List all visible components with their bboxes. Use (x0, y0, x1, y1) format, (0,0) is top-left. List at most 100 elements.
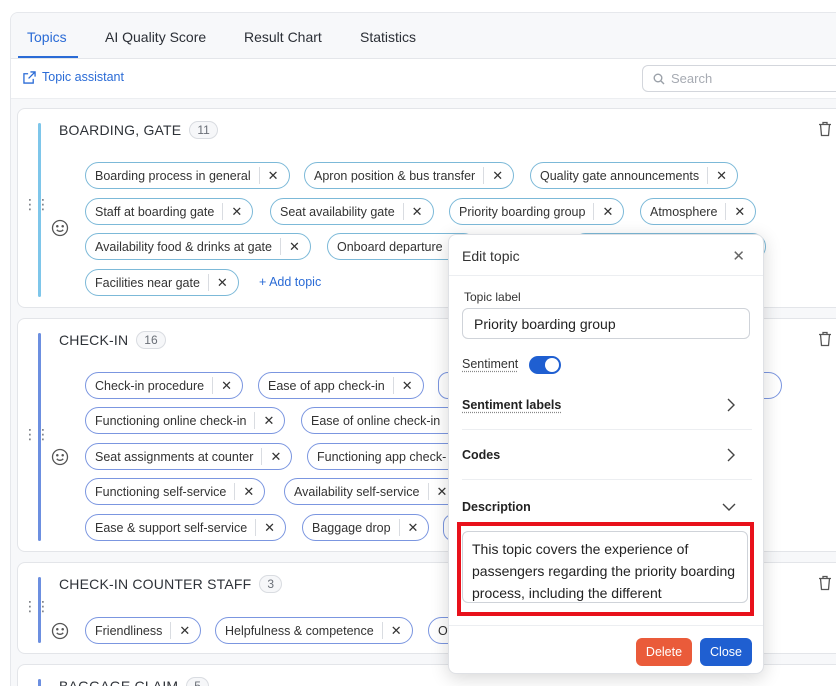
topic-chip[interactable]: Functioning online check-in ✕ (85, 407, 286, 434)
topic-chip-label: Seat assignments at counter (95, 449, 254, 464)
topic-chip[interactable]: Friendliness ✕ (85, 617, 202, 644)
topic-chip[interactable]: Availability self-service ✕ (284, 478, 464, 505)
tab-statistics[interactable]: Statistics (360, 29, 416, 45)
dialog-footer (449, 625, 763, 626)
topic-chip-label: Ease & support self-service (95, 520, 248, 535)
delete-button[interactable]: Delete (636, 638, 692, 666)
highlight-annotation-box (457, 522, 754, 616)
group-name: BAGGAGE CLAIM (59, 678, 179, 686)
remove-icon[interactable]: ✕ (234, 483, 264, 500)
edit-topic-dialog: Edit topic ✕ Topic label Sentiment Senti… (448, 234, 764, 674)
remove-icon[interactable]: ✕ (222, 203, 252, 220)
drag-handle-icon[interactable]: ⋮⋮ (23, 599, 50, 613)
search-input[interactable] (671, 71, 821, 86)
close-button[interactable]: Close (700, 638, 752, 666)
topic-chip[interactable]: Functioning self-service ✕ (85, 478, 266, 505)
topic-chip[interactable]: Seat assignments at counter ✕ (85, 443, 293, 470)
topic-chip[interactable]: Boarding process in general ✕ (85, 162, 290, 189)
remove-icon[interactable]: ✕ (261, 448, 291, 465)
topic-chip[interactable]: Helpfulness & competence ✕ (215, 617, 413, 644)
remove-icon[interactable]: ✕ (392, 377, 423, 394)
tab-ai-quality-score[interactable]: AI Quality Score (105, 29, 206, 45)
topic-chip[interactable]: Ease of app check-in ✕ (258, 372, 424, 399)
tab-result-chart[interactable]: Result Chart (244, 29, 322, 45)
topic-chip[interactable]: Staff at boarding gate ✕ (85, 198, 254, 225)
topic-chip-label: Helpfulness & competence (225, 623, 374, 638)
topic-chip[interactable]: Baggage drop ✕ (302, 514, 430, 541)
topic-label-input[interactable] (462, 308, 750, 339)
close-icon[interactable]: ✕ (732, 247, 745, 265)
topic-chip[interactable]: Quality gate announcements ✕ (530, 162, 739, 189)
description-label: Description (462, 500, 531, 514)
remove-icon[interactable]: ✕ (255, 519, 285, 536)
topic-assistant-link[interactable]: Topic assistant (23, 70, 124, 84)
search-icon (653, 73, 665, 84)
toolbar: Topic assistant (11, 59, 836, 99)
codes-label: Codes (462, 448, 501, 462)
trash-icon[interactable] (818, 331, 832, 347)
remove-icon[interactable]: ✕ (707, 167, 737, 184)
description-row[interactable]: Description (462, 491, 752, 521)
topic-chip-label: Onboard departure (337, 239, 443, 254)
topic-chip-label: Facilities near gate (95, 275, 200, 290)
active-tab-indicator (18, 56, 78, 58)
topic-chip-label: Functioning app check- (317, 449, 447, 464)
remove-icon[interactable]: ✕ (254, 412, 284, 429)
smiley-icon (51, 448, 69, 466)
remove-icon[interactable]: ✕ (212, 377, 242, 394)
drag-handle-icon[interactable]: ⋮⋮ (23, 197, 50, 211)
chevron-down-icon (722, 503, 736, 511)
trash-icon[interactable] (818, 121, 832, 137)
topic-chip[interactable]: Apron position & bus transfer ✕ (304, 162, 515, 189)
topic-assistant-label: Topic assistant (42, 70, 124, 84)
topic-chip[interactable]: Ease of online check-in (301, 407, 461, 434)
topic-chip[interactable]: Facilities near gate ✕ (85, 269, 239, 296)
remove-icon[interactable]: ✕ (207, 274, 238, 291)
search-box[interactable] (642, 65, 836, 92)
topic-chip-label: Apron position & bus transfer (314, 168, 476, 183)
remove-icon[interactable]: ✕ (725, 203, 755, 220)
topic-chip-label: Check-in procedure (95, 378, 205, 393)
remove-icon[interactable]: ✕ (279, 238, 310, 255)
topic-chip-label: Functioning self-service (95, 484, 227, 499)
remove-icon[interactable]: ✕ (381, 622, 412, 639)
topic-chip[interactable]: Check-in procedure ✕ (85, 372, 243, 399)
topic-chip-label: Ease of online check-in (311, 413, 441, 428)
topic-chip-selected[interactable]: Priority boarding group ✕ (449, 198, 625, 225)
topic-chip[interactable]: Atmosphere ✕ (640, 198, 757, 225)
tab-bar: Topics AI Quality Score Result Chart Sta… (11, 13, 836, 59)
smiley-icon (51, 219, 69, 237)
add-topic-button[interactable]: + Add topic (259, 275, 321, 289)
topic-chip-label: Friendliness (95, 623, 163, 638)
remove-icon[interactable]: ✕ (483, 167, 513, 184)
topic-chip[interactable]: Ease & support self-service ✕ (85, 514, 287, 541)
toggle-knob (545, 358, 559, 372)
topic-chip-label: Quality gate announcements (540, 168, 700, 183)
external-link-icon (23, 70, 36, 84)
remove-icon[interactable]: ✕ (402, 203, 433, 220)
remove-icon[interactable]: ✕ (170, 622, 200, 639)
topic-chip[interactable]: Seat availability gate ✕ (270, 198, 434, 225)
group-count-badge: 16 (136, 331, 166, 349)
sentiment-labels-row[interactable]: Sentiment labels (462, 382, 752, 430)
group-title: CHECK-IN COUNTER STAFF 3 (59, 575, 283, 593)
topic-chip[interactable]: Availability food & drinks at gate ✕ (85, 233, 311, 260)
topic-chip-label: Ease of app check-in (268, 378, 385, 393)
drag-handle-icon[interactable]: ⋮⋮ (23, 427, 50, 441)
sentiment-toggle[interactable] (529, 356, 561, 374)
trash-icon[interactable] (818, 575, 832, 591)
group-title: CHECK-IN 16 (59, 331, 166, 349)
codes-row[interactable]: Codes (462, 432, 752, 480)
topic-chip[interactable]: Functioning app check- (307, 443, 467, 470)
sentiment-label: Sentiment (462, 357, 519, 371)
smiley-icon (51, 622, 69, 640)
remove-icon[interactable]: ✕ (398, 519, 429, 536)
topic-chip-label: Boarding process in general (95, 168, 251, 183)
tab-topics[interactable]: Topics (27, 29, 67, 45)
dialog-header: Edit topic ✕ (449, 235, 763, 276)
remove-icon[interactable]: ✕ (593, 203, 623, 220)
remove-icon[interactable]: ✕ (258, 167, 289, 184)
group-count-badge: 3 (259, 575, 283, 593)
group-title: BOARDING, GATE 11 (59, 121, 218, 139)
topic-chip-label: Seat availability gate (280, 204, 395, 219)
